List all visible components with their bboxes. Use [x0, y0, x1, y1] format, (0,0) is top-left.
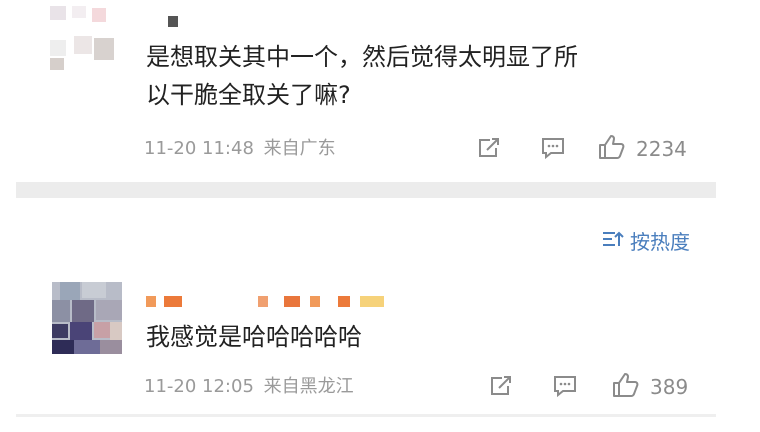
- comment-meta: 11-20 11:48 来自广东: [144, 138, 336, 160]
- share-icon[interactable]: [488, 374, 514, 398]
- comment-card: 按热度 我感觉是哈哈哈哈哈 11-20 12:05 来自黑龙江 389: [16, 198, 716, 420]
- comment-meta: 11-20 12:05 来自黑龙江: [144, 376, 354, 398]
- share-icon[interactable]: [476, 136, 502, 160]
- like-count: 389: [650, 375, 689, 399]
- thumbs-up-icon[interactable]: [598, 134, 626, 160]
- section-divider: [16, 182, 716, 198]
- like-count: 2234: [636, 137, 687, 161]
- comment-icon[interactable]: [552, 374, 578, 398]
- location: 来自广东: [263, 138, 336, 159]
- sort-label: 按热度: [630, 230, 690, 254]
- comment-text: 是想取关其中一个，然后觉得太明显了所 以干脆全取关了嘛?: [146, 43, 578, 109]
- comment-card: 是想取关其中一个，然后觉得太明显了所 以干脆全取关了嘛? 11-20 11:48…: [16, 0, 716, 182]
- location: 来自黑龙江: [263, 376, 354, 397]
- comment-icon[interactable]: [540, 136, 566, 160]
- timestamp: 11-20 11:48: [144, 138, 254, 159]
- sort-by-hot-button[interactable]: 按热度: [602, 226, 690, 255]
- thumbs-up-icon[interactable]: [612, 372, 640, 398]
- comment-text: 我感觉是哈哈哈哈哈: [146, 323, 362, 351]
- sort-icon: [602, 229, 624, 253]
- timestamp: 11-20 12:05: [144, 376, 254, 397]
- avatar[interactable]: [50, 6, 118, 74]
- avatar[interactable]: [52, 282, 122, 354]
- bottom-border: [16, 414, 716, 417]
